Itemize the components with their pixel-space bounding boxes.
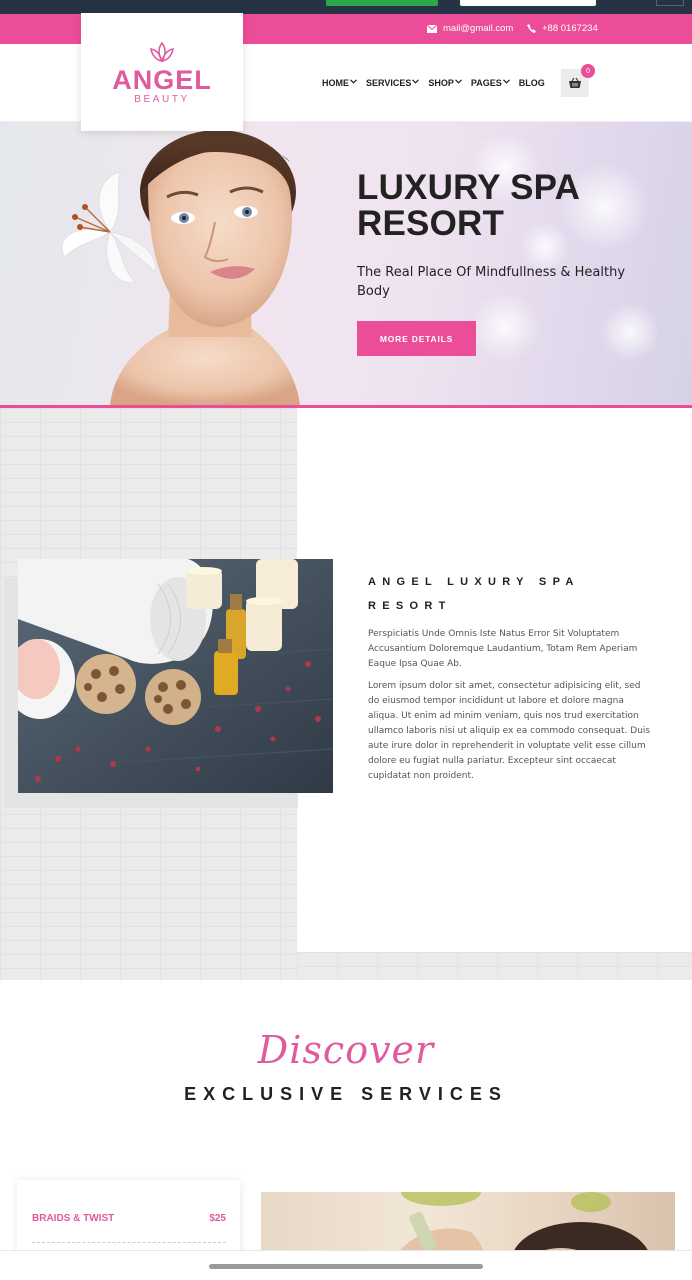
cart-count-badge: 0 xyxy=(581,64,595,78)
nav-item-shop[interactable]: SHOP xyxy=(428,78,462,88)
nav-item-label: PAGES xyxy=(470,78,502,88)
top-menu-toggle[interactable] xyxy=(656,0,684,6)
about-intro: Perspiciatis Unde Omnis Iste Natus Error… xyxy=(368,629,638,669)
bokeh-light xyxy=(600,302,660,362)
contact-phone-text: +88 0167234 xyxy=(542,23,598,34)
bokeh-light xyxy=(470,292,540,362)
lotus-icon xyxy=(150,41,174,63)
top-search-field[interactable] xyxy=(460,0,596,6)
green-action-button[interactable] xyxy=(326,0,438,6)
about-heading: ANGEL LUXURY SPA RESORT xyxy=(368,576,580,612)
logo-wordmark: ANGEL xyxy=(112,65,212,95)
nav-item-home[interactable]: HOME xyxy=(322,78,357,88)
nav-item-services[interactable]: SERVICES xyxy=(366,78,420,88)
shopping-basket-icon xyxy=(569,78,581,88)
hero-subtitle: The Real Place Of Mindfullness & Healthy… xyxy=(357,265,626,299)
chevron-down-icon xyxy=(454,78,462,86)
logo[interactable]: ANGEL BEAUTY xyxy=(81,13,243,131)
services-section: Discover EXCLUSIVE SERVICES BRAIDS & TWI… xyxy=(0,980,692,1280)
contact-email[interactable]: mail@gmail.com xyxy=(427,23,513,34)
nav-item-blog[interactable]: BLOG xyxy=(519,78,545,88)
service-price-row[interactable]: BRAIDS & TWIST $25 xyxy=(32,1213,226,1224)
services-title: EXCLUSIVE SERVICES xyxy=(184,1084,508,1104)
main-menu: HOME SERVICES SHOP PAGES BLOG xyxy=(322,78,554,88)
price-divider xyxy=(32,1242,226,1243)
nav-item-label: HOME xyxy=(322,78,349,88)
home-indicator[interactable] xyxy=(209,1264,483,1269)
logo-tagline: BEAUTY xyxy=(134,94,190,105)
chevron-down-icon xyxy=(412,78,420,86)
more-details-button[interactable]: MORE DETAILS xyxy=(357,321,476,356)
hero-title: LUXURY SPA RESORT xyxy=(357,168,579,243)
hero-section: LUXURY SPA RESORT The Real Place Of Mind… xyxy=(0,122,692,405)
bottom-bar xyxy=(0,1250,692,1280)
top-strip xyxy=(0,0,692,14)
chevron-down-icon xyxy=(350,78,357,86)
spa-still-life-image xyxy=(18,559,333,793)
phone-icon xyxy=(527,24,536,33)
nav-item-label: BLOG xyxy=(518,78,545,88)
brick-texture xyxy=(297,952,692,980)
cart-button[interactable]: 0 xyxy=(561,64,595,97)
envelope-icon xyxy=(427,24,437,33)
nav-item-label: SERVICES xyxy=(366,78,412,88)
service-price: $25 xyxy=(209,1213,226,1224)
nav-item-pages[interactable]: PAGES xyxy=(471,78,510,88)
spa-still-life-illustration xyxy=(18,559,333,793)
about-body: Lorem ipsum dolor sit amet, consectetur … xyxy=(368,681,651,781)
hero-model-image xyxy=(61,130,300,405)
service-name: BRAIDS & TWIST xyxy=(32,1213,115,1224)
contact-phone[interactable]: +88 0167234 xyxy=(527,23,598,34)
chevron-down-icon xyxy=(502,78,510,86)
about-section: ANGEL LUXURY SPA RESORT Perspiciatis Und… xyxy=(0,408,692,980)
nav-item-label: SHOP xyxy=(428,78,454,88)
contact-email-text: mail@gmail.com xyxy=(443,23,514,34)
services-script-title: Discover xyxy=(257,1028,435,1072)
